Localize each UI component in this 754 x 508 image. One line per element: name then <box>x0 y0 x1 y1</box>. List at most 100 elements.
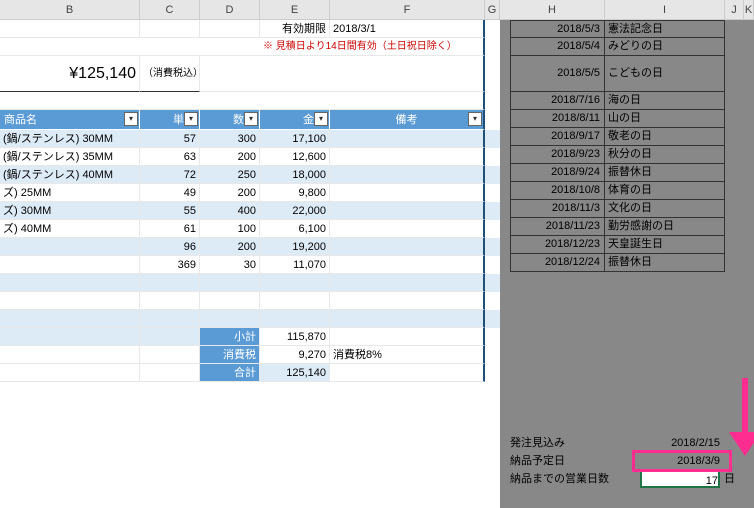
cell-product[interactable]: ズ) 40MM <box>0 220 140 238</box>
col-header-D[interactable]: D <box>200 0 260 19</box>
cell-note[interactable] <box>330 130 485 148</box>
table-row[interactable] <box>0 292 500 310</box>
holiday-name[interactable]: 天皇誕生日 <box>605 236 725 254</box>
holiday-name[interactable]: みどりの日 <box>605 38 725 56</box>
cell-amount[interactable]: 9,800 <box>260 184 330 202</box>
filter-icon[interactable]: ▾ <box>124 112 138 126</box>
cell-product[interactable] <box>0 256 140 274</box>
cell-product[interactable]: (鍋/ステンレス) 35MM <box>0 148 140 166</box>
cell-amount[interactable]: 18,000 <box>260 166 330 184</box>
cell-note[interactable] <box>330 256 485 274</box>
holiday-name[interactable]: 海の日 <box>605 92 725 110</box>
cell-amount[interactable]: 6,100 <box>260 220 330 238</box>
worksheet-right[interactable]: 2018/5/3憲法記念日2018/5/4みどりの日2018/5/5こどもの日2… <box>500 20 754 508</box>
table-row[interactable]: ズ) 30MM5540022,000 <box>0 202 500 220</box>
holiday-date[interactable]: 2018/7/16 <box>510 92 605 110</box>
holiday-date[interactable]: 2018/9/24 <box>510 164 605 182</box>
holiday-name[interactable]: 振替休日 <box>605 164 725 182</box>
holiday-date[interactable]: 2018/5/5 <box>510 56 605 92</box>
holiday-name[interactable]: 敬老の日 <box>605 128 725 146</box>
cell-qty[interactable]: 100 <box>200 220 260 238</box>
cell-note[interactable] <box>330 184 485 202</box>
filter-icon[interactable]: ▾ <box>244 112 258 126</box>
holiday-name[interactable]: こどもの日 <box>605 56 725 92</box>
col-unit[interactable]: 単価▾ <box>140 110 200 130</box>
holiday-date[interactable]: 2018/8/11 <box>510 110 605 128</box>
filter-icon[interactable]: ▾ <box>314 112 328 126</box>
cell-qty[interactable]: 250 <box>200 166 260 184</box>
col-header-C[interactable]: C <box>140 0 200 19</box>
col-header-K[interactable]: K <box>744 0 754 19</box>
cell-product[interactable]: ズ) 25MM <box>0 184 140 202</box>
holiday-date[interactable]: 2018/10/8 <box>510 182 605 200</box>
holiday-date[interactable]: 2018/9/23 <box>510 146 605 164</box>
cell-note[interactable] <box>330 148 485 166</box>
cell-amount[interactable]: 17,100 <box>260 130 330 148</box>
holiday-date[interactable]: 2018/11/23 <box>510 218 605 236</box>
worksheet-left[interactable]: 1 ページ 有効期限 2018/3/1 ※ 見積日より14日間有効（土日祝日除く… <box>0 20 500 508</box>
table-row[interactable]: 9620019,200 <box>0 238 500 256</box>
holiday-name[interactable]: 山の日 <box>605 110 725 128</box>
cell-amount[interactable]: 11,070 <box>260 256 330 274</box>
cell-unit[interactable]: 63 <box>140 148 200 166</box>
col-header-F[interactable]: F <box>330 0 485 19</box>
col-header-E[interactable]: E <box>260 0 330 19</box>
cell-unit[interactable]: 57 <box>140 130 200 148</box>
cell-product[interactable] <box>0 238 140 256</box>
days-value-cell[interactable]: 17 <box>640 470 720 488</box>
holiday-row[interactable]: 2018/5/5こどもの日 <box>510 56 754 92</box>
cell-unit[interactable]: 49 <box>140 184 200 202</box>
cell-qty[interactable]: 30 <box>200 256 260 274</box>
holiday-row[interactable]: 2018/5/3憲法記念日 <box>510 20 754 38</box>
cell-unit[interactable]: 96 <box>140 238 200 256</box>
col-note[interactable]: 備考▾ <box>330 110 485 130</box>
holiday-row[interactable]: 2018/9/17敬老の日 <box>510 128 754 146</box>
cell-unit[interactable]: 72 <box>140 166 200 184</box>
cell-qty[interactable]: 200 <box>200 184 260 202</box>
col-header-B[interactable]: B <box>0 0 140 19</box>
holiday-row[interactable]: 2018/9/23秋分の日 <box>510 146 754 164</box>
holiday-name[interactable]: 振替休日 <box>605 254 725 272</box>
holiday-row[interactable]: 2018/9/24振替休日 <box>510 164 754 182</box>
table-row[interactable]: (鍋/ステンレス) 40MM7225018,000 <box>0 166 500 184</box>
filter-icon[interactable]: ▾ <box>468 112 482 126</box>
table-row[interactable]: (鍋/ステンレス) 30MM5730017,100 <box>0 130 500 148</box>
cell-product[interactable]: (鍋/ステンレス) 30MM <box>0 130 140 148</box>
table-row[interactable]: ズ) 25MM492009,800 <box>0 184 500 202</box>
holiday-date[interactable]: 2018/9/17 <box>510 128 605 146</box>
table-row[interactable]: (鍋/ステンレス) 35MM6320012,600 <box>0 148 500 166</box>
holiday-name[interactable]: 憲法記念日 <box>605 20 725 38</box>
holiday-row[interactable]: 2018/12/23天皇誕生日 <box>510 236 754 254</box>
cell-amount[interactable]: 22,000 <box>260 202 330 220</box>
table-row[interactable]: 3693011,070 <box>0 256 500 274</box>
cell-qty[interactable]: 300 <box>200 130 260 148</box>
holiday-date[interactable]: 2018/12/24 <box>510 254 605 272</box>
table-row[interactable] <box>0 310 500 328</box>
cell-note[interactable] <box>330 202 485 220</box>
cell-unit[interactable]: 369 <box>140 256 200 274</box>
holiday-date[interactable]: 2018/5/3 <box>510 20 605 38</box>
col-header-G[interactable]: G <box>485 0 500 19</box>
col-header-J[interactable]: J <box>725 0 744 19</box>
holiday-row[interactable]: 2018/11/23勤労感謝の日 <box>510 218 754 236</box>
col-amount[interactable]: 金額▾ <box>260 110 330 130</box>
cell-qty[interactable]: 400 <box>200 202 260 220</box>
cell-product[interactable]: (鍋/ステンレス) 40MM <box>0 166 140 184</box>
holiday-name[interactable]: 文化の日 <box>605 200 725 218</box>
col-product[interactable]: 商品名▾ <box>0 110 140 130</box>
col-qty[interactable]: 数量▾ <box>200 110 260 130</box>
holiday-name[interactable]: 勤労感謝の日 <box>605 218 725 236</box>
holiday-date[interactable]: 2018/12/23 <box>510 236 605 254</box>
cell-qty[interactable]: 200 <box>200 238 260 256</box>
cell-unit[interactable]: 55 <box>140 202 200 220</box>
filter-icon[interactable]: ▾ <box>184 112 198 126</box>
cell-unit[interactable]: 61 <box>140 220 200 238</box>
holiday-row[interactable]: 2018/10/8体育の日 <box>510 182 754 200</box>
col-header-H[interactable]: H <box>500 0 605 19</box>
cell-qty[interactable]: 200 <box>200 148 260 166</box>
table-row[interactable]: ズ) 40MM611006,100 <box>0 220 500 238</box>
holiday-row[interactable]: 2018/5/4みどりの日 <box>510 38 754 56</box>
holiday-date[interactable]: 2018/11/3 <box>510 200 605 218</box>
holiday-date[interactable]: 2018/5/4 <box>510 38 605 56</box>
holiday-row[interactable]: 2018/7/16海の日 <box>510 92 754 110</box>
